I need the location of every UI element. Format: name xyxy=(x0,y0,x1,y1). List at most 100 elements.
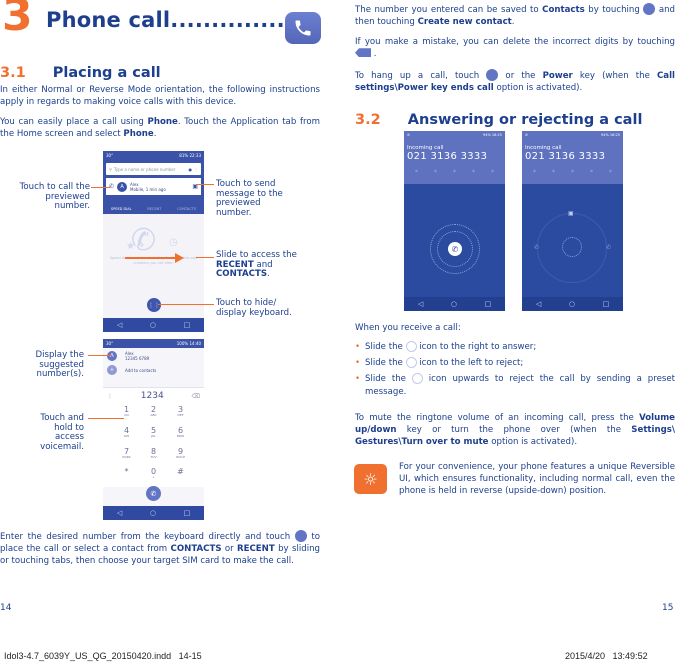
key-letters: MNO xyxy=(176,433,185,438)
home-icon[interactable]: ○ xyxy=(569,300,575,308)
text: or the xyxy=(498,71,543,81)
callout-touch-to-send: Touch to send message to the previewed n… xyxy=(216,179,283,218)
leader-line xyxy=(88,418,124,419)
key-digit: 3 xyxy=(177,405,184,414)
print-slug-file: Idol3-4.7_6039Y_US_QG_20150420.indd 14-1… xyxy=(4,651,202,661)
tab-recent[interactable]: RECENT xyxy=(147,207,161,211)
status-right: 100% 14:40 xyxy=(176,341,201,346)
key-digit: 8 xyxy=(150,446,157,456)
search-bar[interactable]: ⚲ Type a name or phone number ● ⋮ xyxy=(106,163,201,175)
leader-line xyxy=(91,187,110,188)
more-icon[interactable]: ⋮ xyxy=(194,167,198,172)
suggested-contact[interactable]: A Alex 12345 6789 xyxy=(103,348,204,363)
hang-up-inline-icon xyxy=(486,69,499,81)
receive-call-intro: When you receive a call: xyxy=(355,323,461,333)
keypad-key[interactable]: * xyxy=(113,468,140,487)
bold-power: Power xyxy=(542,71,573,81)
contact-preview[interactable]: ✆ A Alex Mobile, 1 min ago ▣ xyxy=(106,178,201,195)
backspace-icon[interactable]: ⌫ xyxy=(192,393,200,400)
chapter-number: 3 xyxy=(2,0,33,41)
recents-icon[interactable]: □ xyxy=(184,321,191,329)
nav-bar: ◁ ○ □ xyxy=(103,318,204,332)
keypad-key[interactable]: 4 GHI xyxy=(113,426,140,446)
keypad-key[interactable]: 1 QO xyxy=(113,406,140,425)
callout-touch-to-call: Touch to call the previewed number. xyxy=(19,182,90,211)
tab-contacts[interactable]: CONTACTS xyxy=(177,207,196,211)
swipe-arrow-head xyxy=(175,253,184,263)
add-contact-icon: + xyxy=(107,365,117,375)
avatar: A xyxy=(117,181,128,192)
text: To mute the ringtone volume of an incomi… xyxy=(355,413,640,423)
key-letters: DEF xyxy=(177,413,184,417)
keypad-key[interactable]: 3 DEF xyxy=(167,406,194,425)
keypad-key[interactable]: 6 MNO xyxy=(167,426,194,446)
home-icon[interactable]: ○ xyxy=(451,300,457,308)
text: icon to the right to answer; xyxy=(416,342,537,352)
section-3-1-heading: 3.1 Placing a call xyxy=(0,62,161,81)
overflow-icon[interactable]: ⋮ xyxy=(107,393,113,400)
text: . xyxy=(371,49,377,60)
text: option is activated). xyxy=(493,83,583,94)
mute-paragraph: To mute the ringtone volume of an incomi… xyxy=(355,412,675,449)
tab-speed-dial[interactable]: SPEED DIAL xyxy=(111,207,132,211)
call-button[interactable]: ✆ xyxy=(146,486,161,501)
enter-number-paragraph: Enter the desired number from the keyboa… xyxy=(0,530,320,568)
page-number-right: 15 xyxy=(662,603,674,613)
answer-icon[interactable]: ✆ xyxy=(606,244,611,251)
call-handle-inline-icon xyxy=(405,357,417,369)
back-icon[interactable]: ◁ xyxy=(418,300,423,308)
contact-detail: Mobile, 1 min ago xyxy=(130,186,166,192)
text: key (when the xyxy=(572,71,657,81)
keypad-key[interactable]: 5 JKL xyxy=(140,426,167,446)
status-bar: ✆ 94% 16:25 xyxy=(407,133,502,137)
home-icon[interactable]: ○ xyxy=(150,321,156,329)
back-icon[interactable]: ◁ xyxy=(117,509,122,517)
incoming-number: 021 3136 3333 xyxy=(407,151,488,162)
callout-slide-tabs: Slide to access the RECENT and CONTACTS. xyxy=(216,250,306,280)
backspace-inline-icon xyxy=(355,48,371,58)
text: icon to the left to reject; xyxy=(416,358,524,369)
clock-icon: ◷ xyxy=(169,237,178,248)
home-icon[interactable]: ○ xyxy=(150,509,156,517)
back-icon[interactable]: ◁ xyxy=(117,321,122,329)
recents-icon[interactable]: □ xyxy=(184,509,191,517)
dialpad-fab[interactable]: ⋮⋮ xyxy=(147,298,161,312)
suggest-number: 12345 6789 xyxy=(125,355,150,361)
text: option is activated). xyxy=(488,437,578,448)
status-right: 94% 16:25 xyxy=(483,133,502,137)
keypad-key[interactable]: 2 ABC xyxy=(140,406,167,425)
keypad-key[interactable]: # xyxy=(167,468,194,487)
incoming-call-screenshot-answer: ✆ 94% 16:25 Incoming call 021 3136 3333 ◉… xyxy=(404,131,505,311)
bullet: • xyxy=(355,358,361,369)
add-to-contacts-row[interactable]: + Add to contacts xyxy=(103,363,204,377)
mic-icon[interactable]: ● xyxy=(189,167,193,172)
hang-up-paragraph: To hang up a call, touch or the Power ke… xyxy=(355,69,675,94)
keypad-key[interactable]: 0 + xyxy=(140,468,167,487)
bold-contacts: CONTACTS xyxy=(216,269,268,279)
status-bar: 30° 100% 14:40 xyxy=(103,339,204,348)
keypad-key[interactable]: 7 PQRS xyxy=(113,447,140,467)
keypad-key[interactable]: 8 TUV xyxy=(140,446,167,467)
leader-line xyxy=(196,257,214,258)
save-contact-paragraph: The number you entered can be saved to C… xyxy=(355,3,675,28)
callout-display-suggested: Display the suggested number(s). xyxy=(35,350,84,379)
delete-digits-paragraph: If you make a mistake, you can delete th… xyxy=(355,36,675,60)
recents-icon[interactable]: □ xyxy=(603,300,610,308)
key-digit: 2 xyxy=(150,405,157,414)
key-letters: WXYZ xyxy=(176,454,185,459)
text: . xyxy=(511,17,515,28)
text: . xyxy=(153,129,157,140)
back-icon[interactable]: ◁ xyxy=(536,300,541,308)
keypad-key[interactable]: 9 WXYZ xyxy=(167,447,194,467)
reject-icon[interactable]: ✆ xyxy=(534,244,539,251)
callout-voicemail: Touch and hold to access voicemail. xyxy=(40,413,84,452)
call-status-icon: ✆ xyxy=(407,133,410,137)
leader-line xyxy=(88,355,112,356)
incoming-header: ✆ 94% 16:25 Incoming call 021 3136 3333 ◉… xyxy=(522,131,623,184)
recents-icon[interactable]: □ xyxy=(485,300,492,308)
bold-phone: Phone xyxy=(147,117,178,127)
answer-handle[interactable]: ✆ xyxy=(448,242,462,256)
key-letters: TUV xyxy=(150,454,157,459)
message-reject-icon[interactable]: ▣ xyxy=(568,210,574,217)
tip-paragraph: For your convenience, your phone feature… xyxy=(399,462,675,497)
